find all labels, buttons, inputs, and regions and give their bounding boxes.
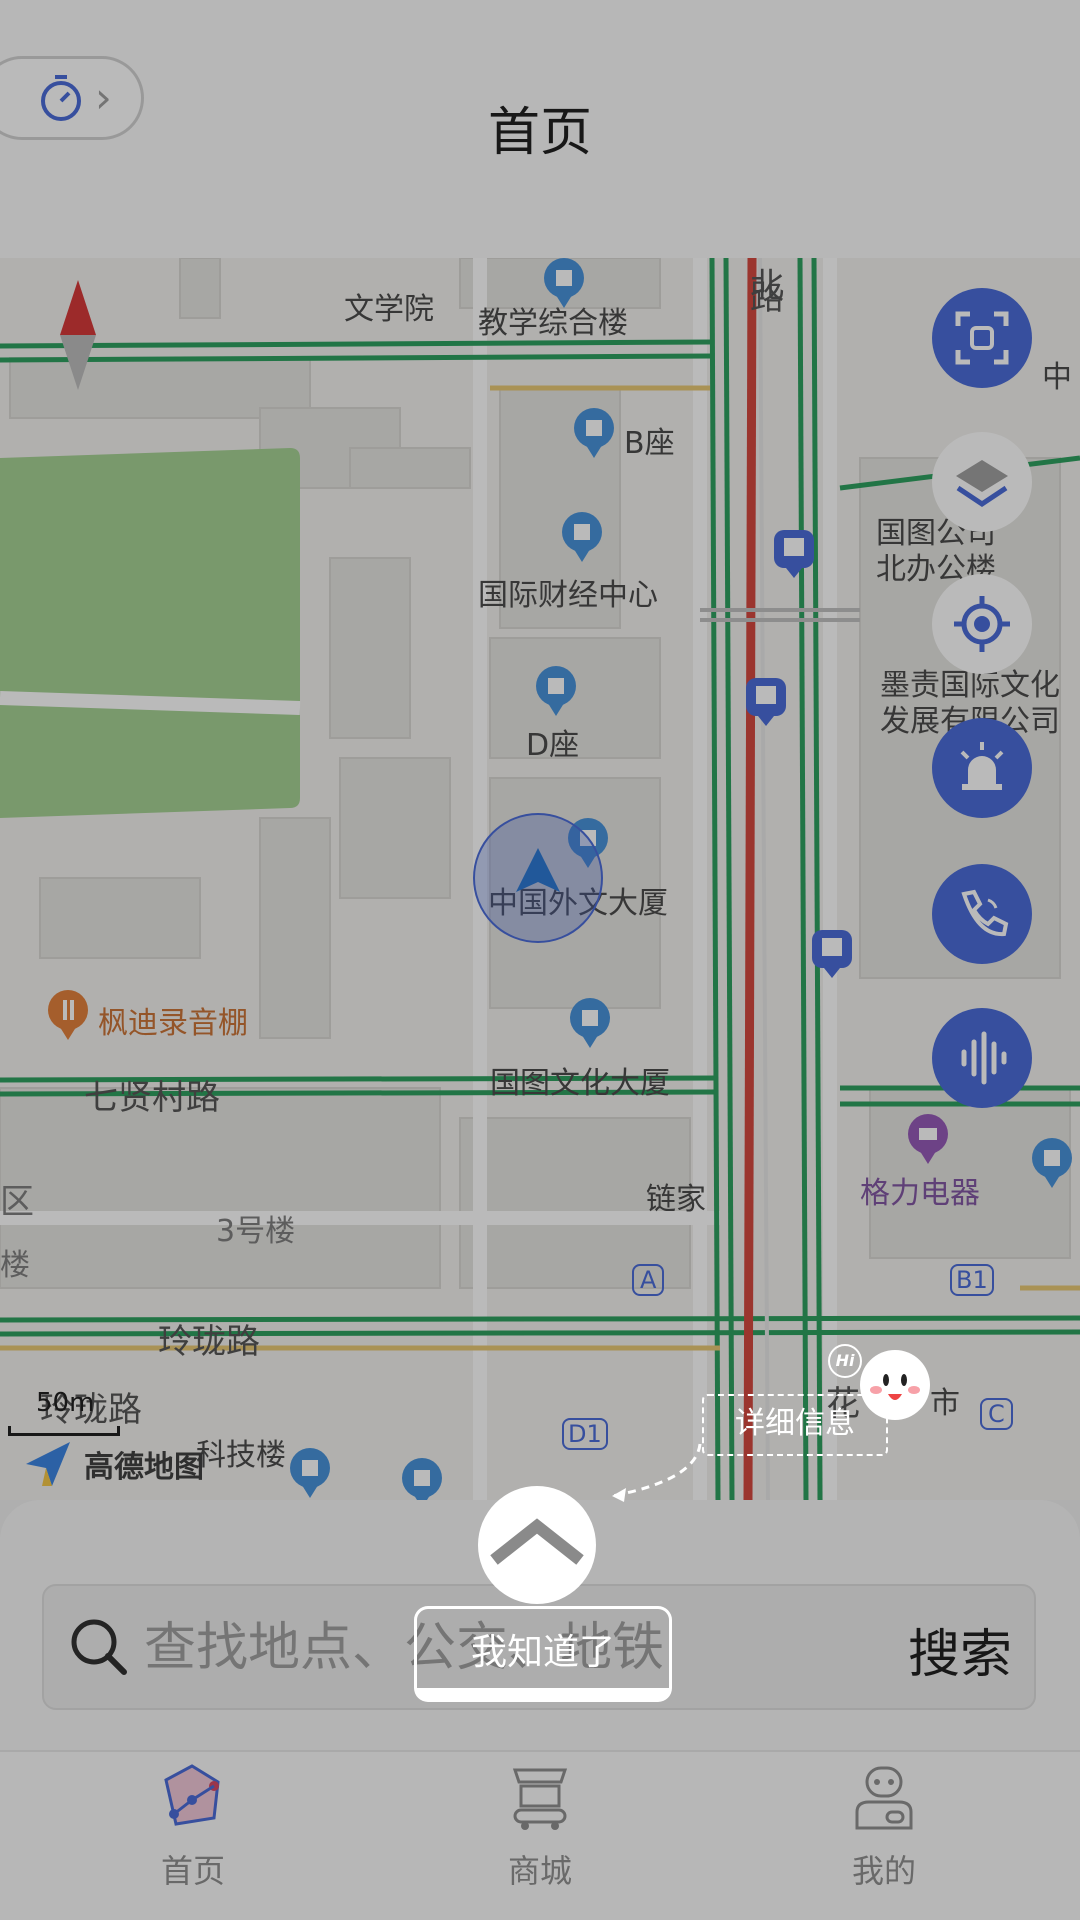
expand-panel-button[interactable] [478, 1486, 596, 1604]
guide-arrow-icon [611, 1443, 702, 1502]
chevron-up-icon [490, 1518, 584, 1565]
mascot-face-icon [870, 1374, 920, 1400]
got-it-button[interactable]: 我知道了 [414, 1606, 672, 1702]
hi-badge: Hi [828, 1344, 862, 1378]
mascot-avatar[interactable] [860, 1350, 930, 1420]
